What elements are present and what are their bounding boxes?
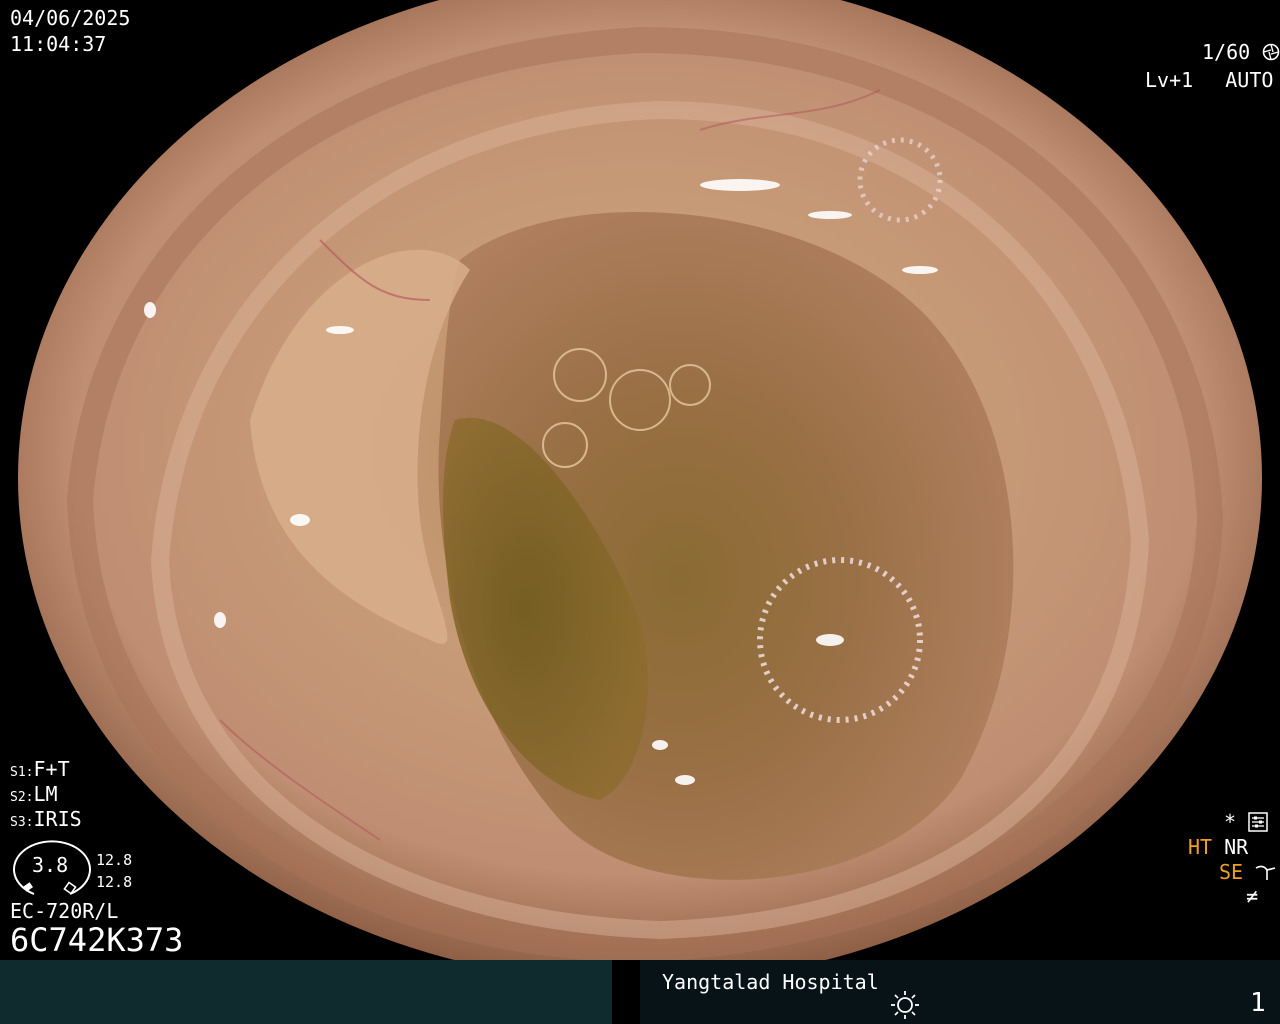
scope-serial: 6C742K373 (10, 921, 184, 959)
shutter-speed: 1/60 (1202, 40, 1280, 64)
level-value: Lv+1 (1145, 68, 1194, 92)
time-text: 11:04:37 (10, 32, 107, 56)
brightness-icon (891, 991, 919, 1019)
scope-model: EC-720R/L (10, 899, 119, 923)
switch-3-value: IRIS (33, 807, 82, 831)
footer-left-bar (0, 960, 612, 1024)
nr-indicator: NR (1224, 835, 1249, 859)
ht-nr-row: HT NR (1188, 835, 1248, 859)
ht-indicator: HT (1188, 835, 1213, 859)
reading-b: 12.8 (96, 873, 133, 891)
page-number: 1 (1250, 988, 1266, 1018)
settings-sliders-icon (1248, 812, 1268, 832)
exposure-settings: Lv+1 AUTO (1145, 68, 1280, 92)
se-row: SE (1219, 860, 1277, 884)
reading-a: 12.8 (96, 851, 133, 869)
date-text: 04/06/2025 (10, 6, 131, 30)
hospital-name: Yangtalad Hospital (662, 970, 879, 994)
switch-1-value: F+T (33, 757, 70, 781)
gauge-value: 3.8 (32, 853, 69, 877)
switch-2: S2:LM (10, 782, 58, 810)
not-equal-indicator: ≠ (1246, 884, 1259, 908)
shutter-icon (1262, 43, 1280, 61)
endoscope-image (18, 0, 1262, 960)
endoscopy-screen: 04/06/2025 11:04:37 1/60 Lv+1 AUTO S1:F+… (0, 0, 1280, 1024)
shutter-value: 1/60 (1202, 40, 1251, 64)
mode-value: AUTO (1225, 68, 1274, 92)
image-settings-row: * (1224, 810, 1268, 834)
star-indicator: * (1224, 810, 1237, 834)
switch-3-key: S3: (10, 815, 34, 830)
footer-right-bar: Yangtalad Hospital 1 (640, 960, 1280, 1024)
switch-1: S1:F+T (10, 757, 70, 785)
switch-2-key: S2: (10, 790, 34, 805)
switch-1-key: S1: (10, 765, 34, 780)
structure-enhance-icon (1255, 865, 1276, 880)
switch-3: S3:IRIS (10, 807, 82, 835)
se-indicator: SE (1219, 860, 1244, 884)
switch-2-value: LM (33, 782, 58, 806)
